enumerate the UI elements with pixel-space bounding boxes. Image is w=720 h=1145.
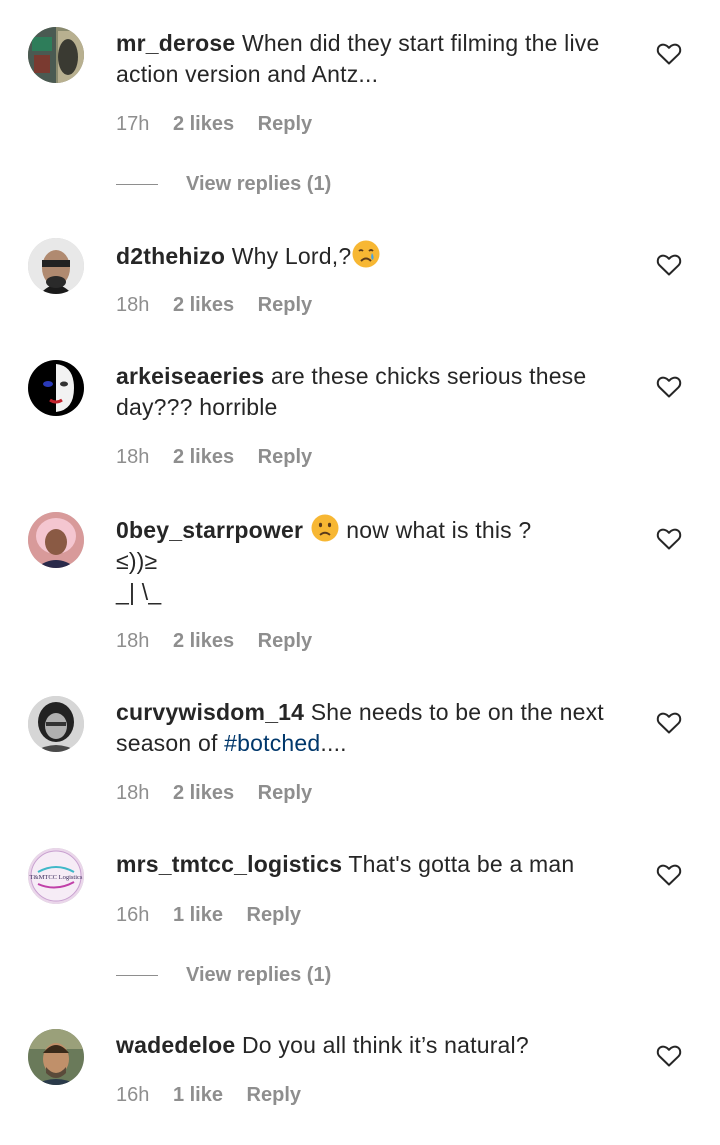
comment-text: Do you all think it’s natural? [242, 1032, 529, 1058]
comment-text-line: _| \_ [116, 579, 162, 605]
hashtag-link[interactable]: #botched [224, 730, 320, 756]
comment-body: curvywisdom_14 She needs to be on the ne… [116, 697, 636, 759]
avatar[interactable] [28, 27, 84, 83]
view-replies-label[interactable]: View replies (1) [186, 172, 331, 196]
comment-meta: 18h 2 likes Reply [116, 445, 330, 469]
avatar-logo-text: T&MTCC Logistics [30, 874, 83, 881]
comment-username[interactable]: mrs_tmtcc_logistics [116, 851, 342, 877]
reply-button[interactable]: Reply [258, 446, 312, 468]
comment-time: 18h [116, 782, 150, 804]
comment-likes[interactable]: 1 like [173, 1084, 223, 1106]
comment-username[interactable]: curvywisdom_14 [116, 699, 304, 725]
reply-button[interactable]: Reply [258, 782, 312, 804]
comment-time: 16h [116, 904, 150, 926]
comment-body: mr_derose When did they start filming th… [116, 28, 636, 90]
comment-body: mrs_tmtcc_logistics That's gotta be a ma… [116, 849, 636, 880]
comment-body: 0bey_starrpower now what is this ? ≤))≥ … [116, 513, 636, 608]
comment-likes[interactable]: 2 likes [173, 782, 234, 804]
comment-body: wadedeloe Do you all think it’s natural? [116, 1030, 636, 1061]
comment-likes[interactable]: 2 likes [173, 113, 234, 135]
comment-username[interactable]: 0bey_starrpower [116, 517, 303, 543]
reply-button[interactable]: Reply [258, 113, 312, 135]
heart-icon[interactable] [656, 375, 682, 399]
comment-time: 17h [116, 113, 150, 135]
comment-username[interactable]: mr_derose [116, 30, 235, 56]
comment-body: arkeiseaeries are these chicks serious t… [116, 361, 636, 423]
comment-text: Why Lord,? [231, 243, 352, 269]
avatar[interactable] [28, 696, 84, 752]
avatar[interactable]: T&MTCC Logistics [28, 848, 84, 904]
heart-icon[interactable] [656, 253, 682, 277]
comment-text: now what is this ? [346, 517, 532, 543]
reply-button[interactable]: Reply [247, 904, 301, 926]
avatar[interactable] [28, 360, 84, 416]
divider [116, 184, 158, 185]
comment-time: 18h [116, 446, 150, 468]
reply-button[interactable]: Reply [258, 630, 312, 652]
comment-body: d2thehizo Why Lord,? [116, 239, 636, 272]
avatar[interactable] [28, 1029, 84, 1085]
comment-meta: 18h 2 likes Reply [116, 293, 330, 317]
comment-meta: 18h 2 likes Reply [116, 629, 330, 653]
frowning-face-icon [311, 514, 339, 542]
comment-likes[interactable]: 2 likes [173, 446, 234, 468]
comment-meta: 17h 2 likes Reply [116, 112, 330, 136]
reply-button[interactable]: Reply [247, 1084, 301, 1106]
comment-time: 18h [116, 294, 150, 316]
comment-text: That's gotta be a man [348, 851, 575, 877]
comment-meta: 18h 2 likes Reply [116, 781, 330, 805]
heart-icon[interactable] [656, 527, 682, 551]
heart-icon[interactable] [656, 42, 682, 66]
comment-likes[interactable]: 2 likes [173, 294, 234, 316]
heart-icon[interactable] [656, 1044, 682, 1068]
divider [116, 975, 158, 976]
comment-username[interactable]: d2thehizo [116, 243, 225, 269]
crying-face-icon [352, 240, 380, 268]
view-replies-label[interactable]: View replies (1) [186, 963, 331, 987]
comment-time: 16h [116, 1084, 150, 1106]
avatar[interactable] [28, 238, 84, 294]
comment-text-line: ≤))≥ [116, 548, 158, 574]
comment-text-end: .... [320, 730, 347, 756]
heart-icon[interactable] [656, 711, 682, 735]
comment-username[interactable]: wadedeloe [116, 1032, 235, 1058]
comment-meta: 16h 1 like Reply [116, 1083, 319, 1107]
comment-meta: 16h 1 like Reply [116, 903, 319, 927]
comment-username[interactable]: arkeiseaeries [116, 363, 264, 389]
comment-likes[interactable]: 1 like [173, 904, 223, 926]
reply-button[interactable]: Reply [258, 294, 312, 316]
comment-likes[interactable]: 2 likes [173, 630, 234, 652]
heart-icon[interactable] [656, 863, 682, 887]
avatar[interactable] [28, 512, 84, 568]
comment-time: 18h [116, 630, 150, 652]
